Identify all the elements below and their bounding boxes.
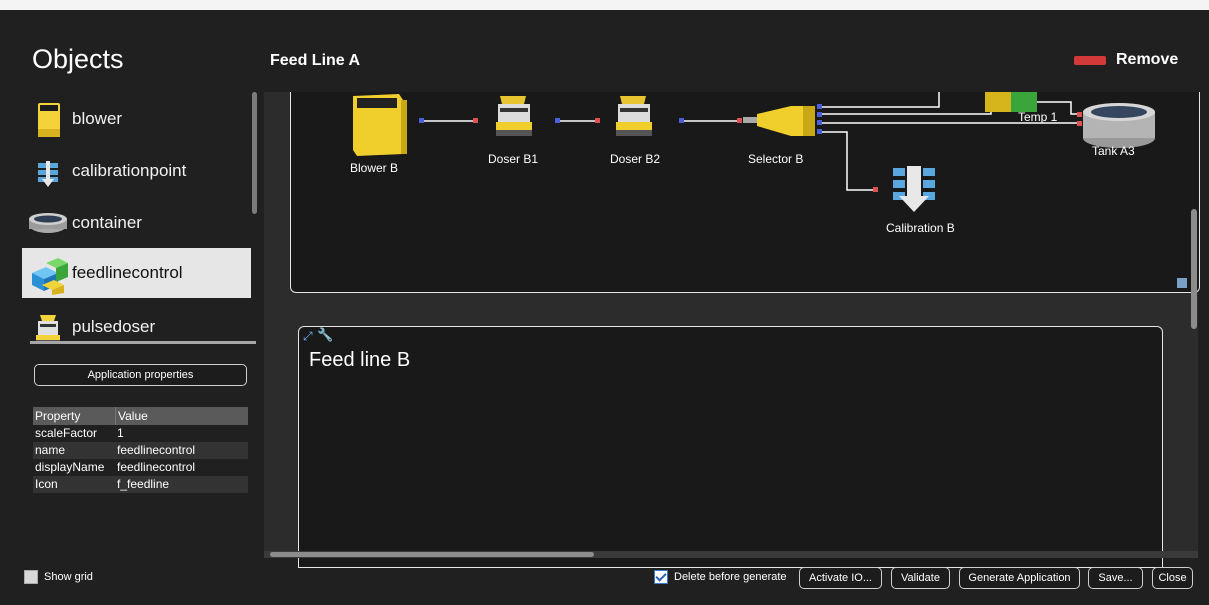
object-item-label: blower — [72, 109, 123, 128]
property-name: name — [35, 443, 66, 457]
object-item-label: calibrationpoint — [72, 161, 187, 180]
object-list-divider — [30, 341, 256, 344]
node-label-selector: Selector B — [748, 152, 804, 166]
activate-io-button[interactable]: Activate IO... — [799, 567, 882, 589]
properties-header: Property Value — [33, 407, 248, 425]
property-value[interactable]: f_feedline — [115, 476, 169, 493]
remove-icon — [1074, 55, 1106, 65]
node-label-tank: Tank A3 — [1092, 144, 1135, 158]
doser-b1-node — [496, 96, 532, 136]
validate-button[interactable]: Validate — [891, 567, 950, 589]
doser-b2-node — [616, 96, 652, 136]
application-properties-button[interactable]: Application properties — [34, 364, 247, 386]
properties-table: Property Value scaleFactor 1 name feedli… — [33, 407, 248, 493]
object-item-label: feedlinecontrol — [72, 263, 183, 282]
object-list[interactable]: blower calibrationpoint container feedli… — [22, 92, 252, 342]
node-label-blower: Blower B — [350, 161, 399, 175]
calibration-icon — [28, 153, 68, 189]
property-value[interactable]: 1 — [115, 425, 124, 442]
table-row[interactable]: displayName feedlinecontrol — [33, 459, 248, 476]
show-grid-box[interactable] — [24, 570, 38, 584]
remove-label: Remove — [1116, 51, 1179, 68]
canvas-horizontal-scrollbar[interactable] — [270, 552, 594, 557]
calibration-node — [893, 166, 935, 212]
object-item-feedlinecontrol[interactable]: feedlinecontrol — [22, 248, 251, 298]
object-item-pulsedoser[interactable]: pulsedoser — [22, 302, 251, 342]
feedline-icon — [28, 255, 68, 295]
save-button[interactable]: Save... — [1088, 567, 1143, 589]
property-value[interactable]: feedlinecontrol — [115, 442, 195, 459]
blower-icon — [28, 101, 68, 137]
property-column-header: Property — [35, 409, 81, 423]
node-label-doser1: Doser B1 — [488, 152, 539, 166]
feed-line-title: Feed Line A — [270, 52, 361, 69]
node-label-calibration: Calibration B — [886, 221, 955, 235]
wrench-icon[interactable]: 🔧 — [317, 327, 333, 343]
generate-application-button[interactable]: Generate Application — [959, 567, 1080, 589]
feed-line-b-panel[interactable]: ⤢ 🔧 Feed line B — [298, 326, 1163, 568]
show-grid-label: Show grid — [44, 571, 93, 583]
close-button[interactable]: Close — [1152, 567, 1193, 589]
property-name: scaleFactor — [35, 426, 98, 440]
temp-node — [985, 92, 1037, 112]
delete-before-generate-checkbox[interactable]: Delete before generate — [654, 570, 787, 584]
selector-node — [743, 106, 815, 136]
property-value[interactable]: feedlinecontrol — [115, 459, 195, 476]
property-name: Icon — [35, 477, 58, 491]
value-column-header: Value — [115, 407, 148, 425]
table-row[interactable]: scaleFactor 1 — [33, 425, 248, 442]
feed-line-b-title: Feed line B — [309, 349, 411, 371]
canvas-vertical-scrollbar[interactable] — [1191, 209, 1197, 329]
object-item-blower[interactable]: blower — [22, 94, 251, 144]
feed-line-a-diagram — [353, 92, 1187, 288]
resize-handle-icon — [1177, 278, 1187, 288]
pulsedoser-icon — [28, 309, 68, 342]
node-label-temp: Temp 1 — [1018, 110, 1058, 124]
table-row[interactable]: Icon f_feedline — [33, 476, 248, 493]
object-item-calibrationpoint[interactable]: calibrationpoint — [22, 146, 251, 196]
remove-button[interactable]: Remove — [1074, 51, 1178, 69]
node-label-doser2: Doser B2 — [610, 152, 661, 166]
object-item-label: container — [72, 213, 142, 232]
object-item-container[interactable]: container — [22, 198, 251, 248]
window-top-strip — [0, 0, 1209, 10]
objects-title: Objects — [32, 44, 124, 74]
expand-icon[interactable]: ⤢ — [303, 329, 313, 344]
show-grid-checkbox[interactable]: Show grid — [24, 570, 93, 584]
feed-line-a-panel[interactable] — [290, 92, 1200, 293]
blower-node — [353, 94, 407, 156]
property-name: displayName — [35, 460, 105, 474]
delete-before-generate-box[interactable] — [654, 570, 668, 584]
object-list-scrollbar[interactable] — [252, 92, 257, 214]
tank-node — [1083, 103, 1155, 148]
table-row[interactable]: name feedlinecontrol — [33, 442, 248, 459]
object-item-label: pulsedoser — [72, 317, 156, 336]
delete-before-generate-label: Delete before generate — [674, 571, 787, 583]
container-icon — [28, 205, 68, 241]
